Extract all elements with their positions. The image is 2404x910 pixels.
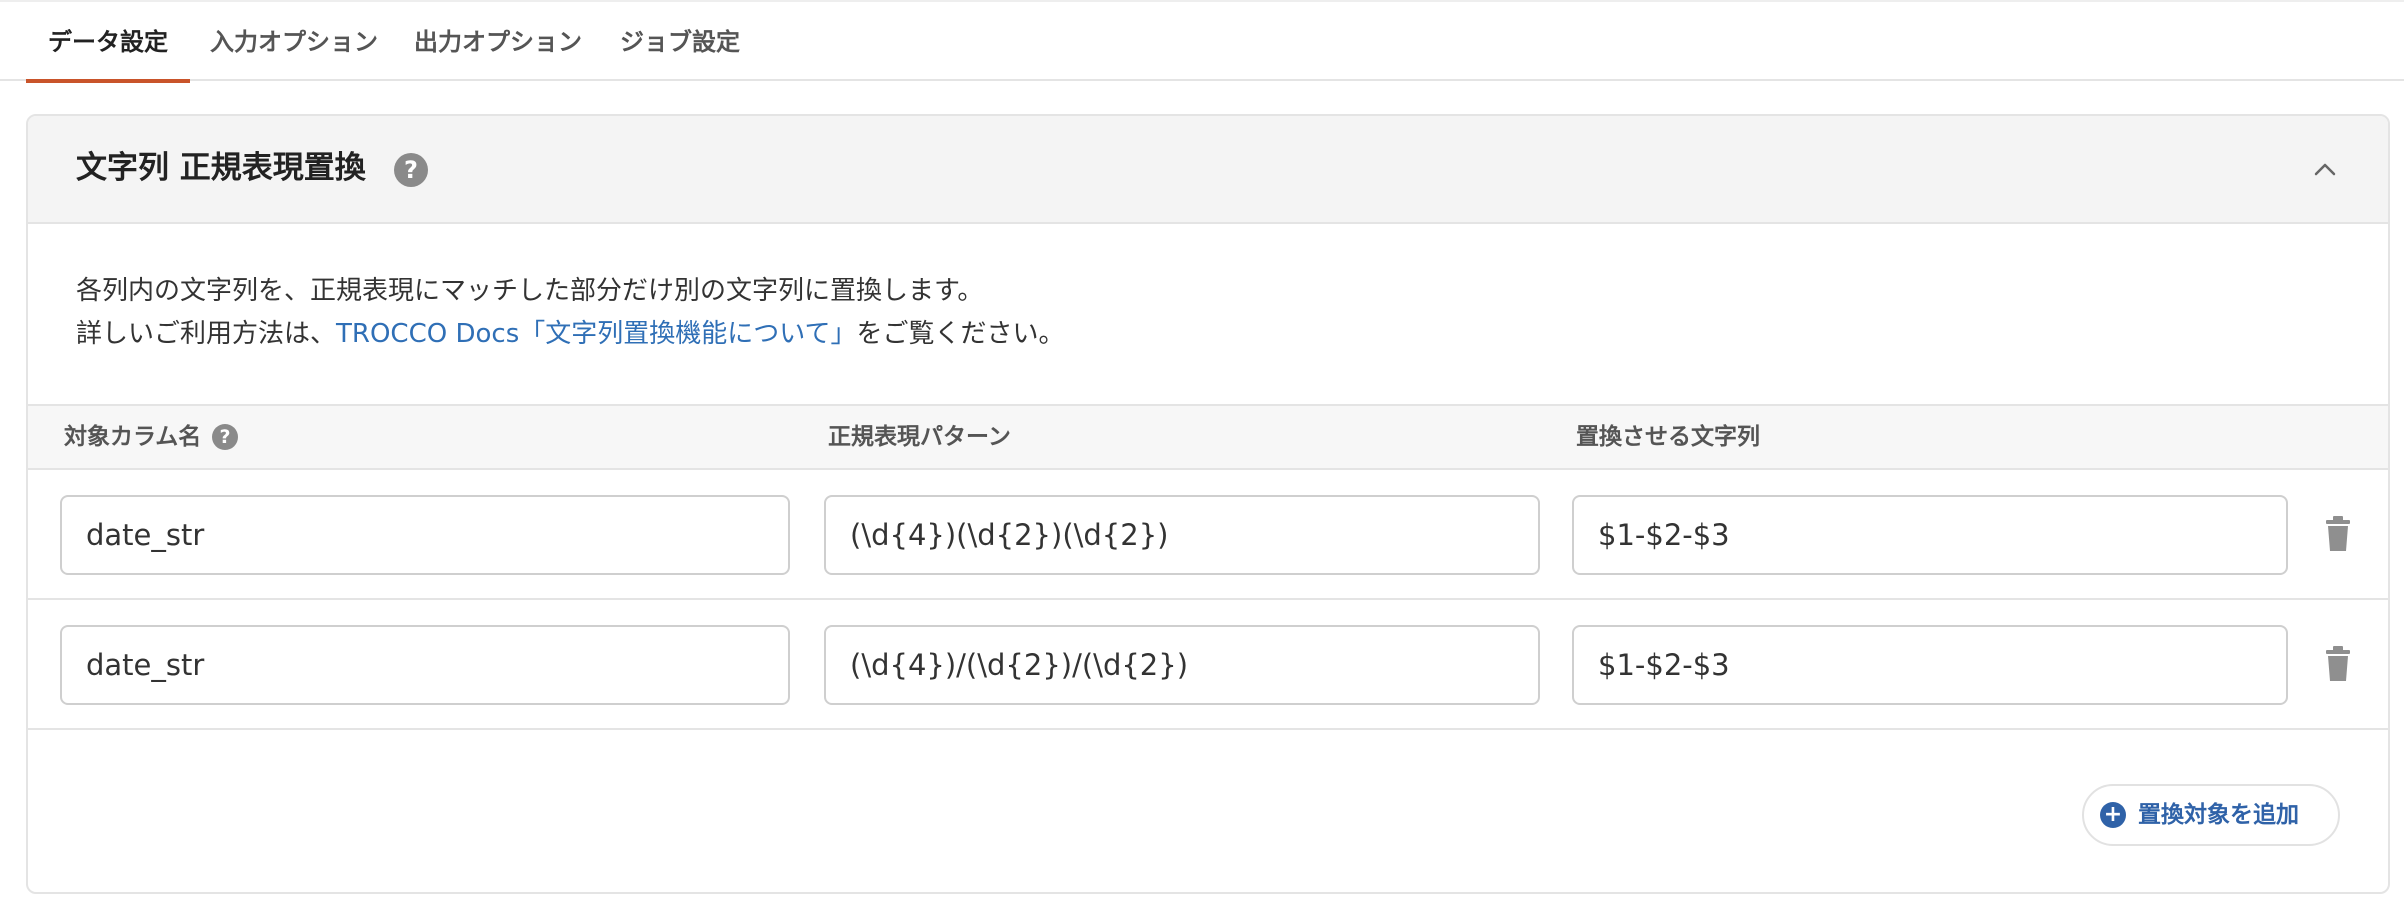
header-replacement: 置換させる文字列 (1576, 424, 1760, 450)
column-name-input[interactable] (60, 495, 790, 575)
trash-icon[interactable] (2324, 646, 2352, 682)
pattern-input[interactable] (824, 625, 1540, 705)
table-header: 対象カラム名 ? 正規表現パターン 置換させる文字列 (28, 404, 2388, 470)
trash-icon[interactable] (2324, 516, 2352, 552)
panel-title: 文字列 正規表現置換 (76, 150, 366, 186)
panel-header[interactable]: 文字列 正規表現置換 ? (28, 116, 2388, 224)
tab-output-options[interactable]: 出力オプション (414, 2, 582, 81)
question-circle-icon[interactable]: ? (394, 153, 428, 187)
plus-circle-icon: + (2100, 802, 2126, 828)
header-column-name: 対象カラム名 (64, 424, 202, 450)
panel-description: 各列内の文字列を、正規表現にマッチした部分だけ別の文字列に置換します。 詳しいご… (76, 270, 1064, 356)
tab-input-options[interactable]: 入力オプション (210, 2, 378, 81)
add-button-label: 置換対象を追加 (2138, 802, 2299, 828)
description-line-2: 詳しいご利用方法は、TROCCO Docs「文字列置換機能について」をご覧くださ… (76, 313, 1064, 356)
tab-job-settings[interactable]: ジョブ設定 (618, 2, 742, 81)
description-prefix: 詳しいご利用方法は、 (76, 319, 337, 349)
table-row (28, 470, 2388, 600)
regex-replace-panel: 文字列 正規表現置換 ? 各列内の文字列を、正規表現にマッチした部分だけ別の文字… (26, 114, 2390, 894)
replacement-input[interactable] (1572, 495, 2288, 575)
add-replacement-button[interactable]: + 置換対象を追加 (2082, 784, 2340, 846)
column-name-input[interactable] (60, 625, 790, 705)
replacement-input[interactable] (1572, 625, 2288, 705)
docs-link[interactable]: TROCCO Docs「文字列置換機能について」 (336, 319, 856, 349)
question-circle-icon[interactable]: ? (212, 424, 238, 450)
description-line-1: 各列内の文字列を、正規表現にマッチした部分だけ別の文字列に置換します。 (76, 276, 984, 306)
header-pattern: 正規表現パターン (828, 424, 1011, 450)
tab-bar: データ設定 入力オプション 出力オプション ジョブ設定 (0, 0, 2404, 83)
table-row (28, 600, 2388, 730)
chevron-up-icon[interactable] (2310, 154, 2340, 184)
tab-data-settings[interactable]: データ設定 (26, 2, 190, 83)
pattern-input[interactable] (824, 495, 1540, 575)
description-suffix: をご覧ください。 (856, 319, 1065, 349)
